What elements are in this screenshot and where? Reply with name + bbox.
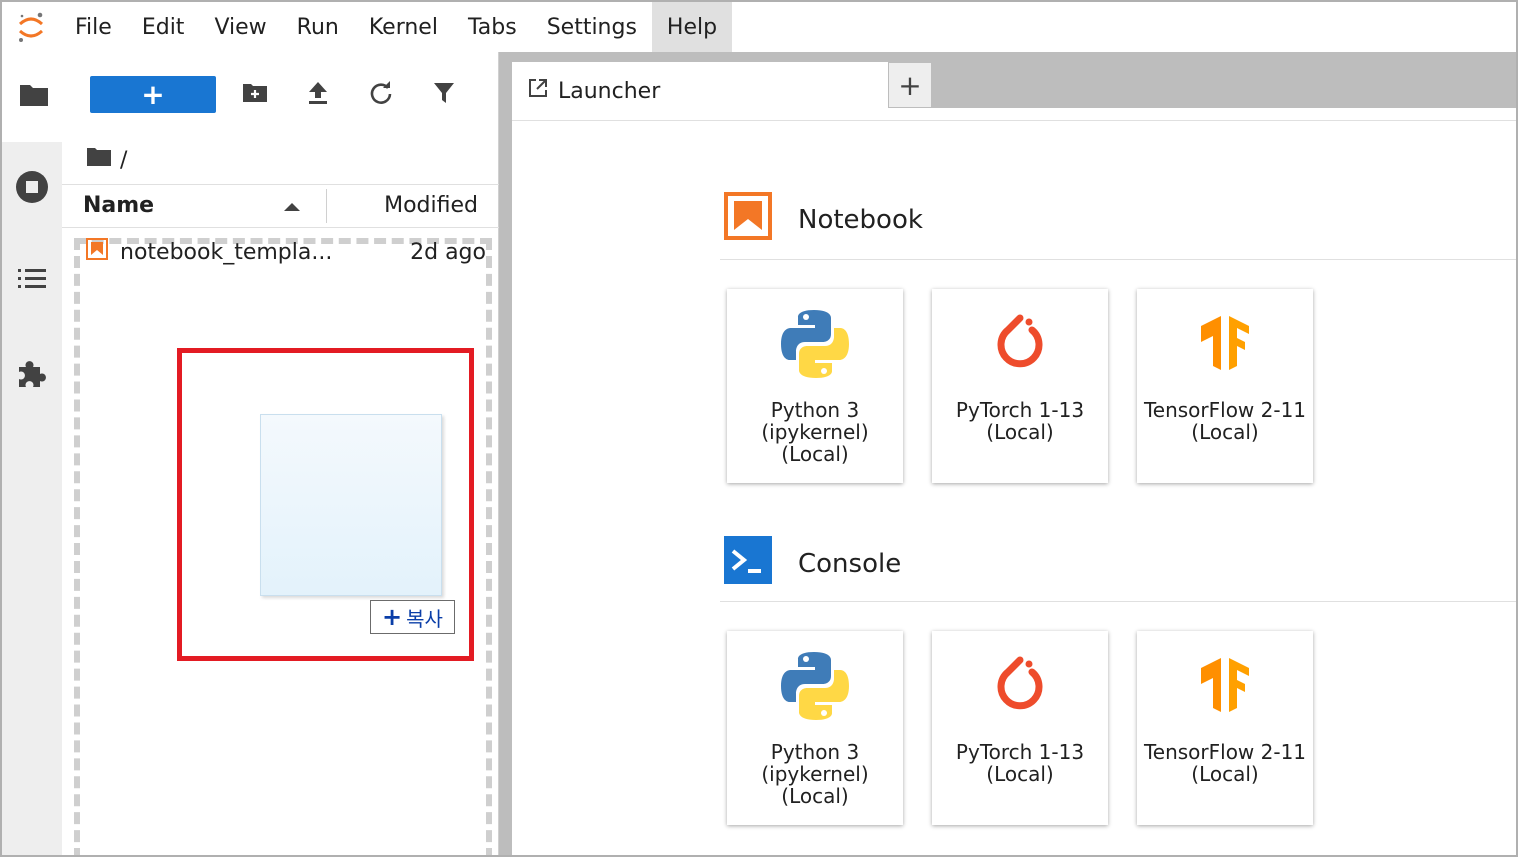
menu-edit[interactable]: Edit — [127, 2, 200, 52]
card-label-line: (Local) — [986, 420, 1054, 444]
card-label-line: PyTorch 1-13 — [955, 740, 1085, 764]
tensorflow-icon — [1137, 631, 1313, 741]
card-label: TensorFlow 2-11 (Local) — [1140, 741, 1310, 785]
card-label-line: PyTorch 1-13 — [955, 398, 1085, 422]
card-label-line: Python 3 — [770, 740, 860, 764]
file-browser-panel: + / Name Modified notebook_templa... 2d … — [62, 52, 499, 855]
launcher-card-notebook-python[interactable]: Python 3 (ipykernel) (Local) — [727, 289, 903, 483]
refresh-icon — [369, 81, 393, 109]
card-label-line: (Local) — [781, 442, 849, 466]
menu-run[interactable]: Run — [282, 2, 354, 52]
notebook-section-header: Notebook — [724, 192, 923, 247]
python-icon — [727, 289, 903, 399]
card-label-line: (Local) — [781, 784, 849, 808]
upload-icon — [307, 81, 329, 109]
filter-icon — [433, 82, 455, 108]
launcher-top-border — [512, 120, 1516, 121]
breadcrumb: / — [86, 140, 127, 180]
plus-icon: + — [141, 77, 165, 111]
new-folder-icon — [242, 82, 268, 108]
left-activity-bar — [2, 52, 62, 855]
card-label: Python 3 (ipykernel) (Local) — [730, 399, 900, 465]
notebook-section-title: Notebook — [798, 204, 923, 235]
console-section-title: Console — [798, 548, 902, 579]
menu-file[interactable]: File — [60, 2, 127, 52]
launcher-card-console-python[interactable]: Python 3 (ipykernel) (Local) — [727, 631, 903, 825]
menu-tabs[interactable]: Tabs — [453, 2, 532, 52]
menu-kernel[interactable]: Kernel — [354, 2, 453, 52]
console-section-header: Console — [724, 536, 901, 591]
upload-button[interactable] — [303, 80, 333, 110]
menu-help[interactable]: Help — [651, 2, 733, 52]
refresh-button[interactable] — [366, 80, 396, 110]
tensorflow-icon — [1137, 289, 1313, 399]
card-label: Python 3 (ipykernel) (Local) — [730, 741, 900, 807]
pytorch-icon — [932, 631, 1108, 741]
file-row[interactable]: notebook_templa... 2d ago — [86, 237, 486, 267]
card-label-line: (Local) — [1191, 420, 1259, 444]
toc-list-icon — [17, 266, 47, 296]
launcher-icon — [528, 78, 548, 104]
add-tab-button[interactable]: + — [888, 62, 932, 108]
jupyter-logo-icon — [2, 2, 60, 52]
file-modified: 2d ago — [410, 239, 486, 265]
file-browser-toolbar: + — [62, 52, 499, 140]
copy-tooltip-label: 복사 — [406, 606, 443, 631]
launcher-card-notebook-pytorch[interactable]: PyTorch 1-13 (Local) — [932, 289, 1108, 483]
launcher-card-notebook-tensorflow[interactable]: TensorFlow 2-11 (Local) — [1137, 289, 1313, 483]
copy-plus-icon: + — [382, 603, 403, 631]
card-label-line: (Local) — [986, 762, 1054, 786]
name-column-header[interactable]: Name — [83, 193, 154, 218]
home-folder-icon[interactable] — [86, 147, 112, 173]
breadcrumb-root[interactable]: / — [120, 148, 127, 173]
launcher-card-console-tensorflow[interactable]: TensorFlow 2-11 (Local) — [1137, 631, 1313, 825]
menu-view[interactable]: View — [199, 2, 281, 52]
section-divider — [720, 259, 1516, 260]
card-label-line: (ipykernel) — [761, 762, 869, 786]
stop-circle-icon — [14, 169, 50, 209]
column-resize-handle[interactable] — [326, 189, 327, 223]
card-label-line: TensorFlow 2-11 — [1143, 398, 1307, 422]
pytorch-icon — [932, 289, 1108, 399]
drag-file-preview — [260, 414, 442, 596]
card-label: PyTorch 1-13 (Local) — [935, 741, 1105, 785]
jupyterlab-window: File Edit View Run Kernel Tabs Settings … — [0, 0, 1518, 857]
python-icon — [727, 631, 903, 741]
new-launcher-button[interactable]: + — [90, 76, 216, 113]
launcher-card-console-pytorch[interactable]: PyTorch 1-13 (Local) — [932, 631, 1108, 825]
copy-drag-tooltip: + 복사 — [370, 600, 455, 634]
file-browser-tab[interactable] — [2, 52, 62, 142]
card-label-line: Python 3 — [770, 398, 860, 422]
card-label: PyTorch 1-13 (Local) — [935, 399, 1105, 443]
modified-column-header[interactable]: Modified — [384, 193, 478, 218]
tab-label: Launcher — [558, 78, 661, 104]
notebook-icon — [86, 238, 108, 266]
menu-bar: File Edit View Run Kernel Tabs Settings … — [2, 2, 1516, 52]
filter-button[interactable] — [429, 80, 459, 110]
card-label: TensorFlow 2-11 (Local) — [1140, 399, 1310, 443]
notebook-section-icon — [724, 192, 772, 247]
menu-settings[interactable]: Settings — [532, 2, 652, 52]
running-sessions-tab[interactable] — [2, 144, 62, 234]
card-label-line: (Local) — [1191, 762, 1259, 786]
new-folder-button[interactable] — [240, 80, 270, 110]
card-label-line: (ipykernel) — [761, 420, 869, 444]
extension-manager-tab[interactable] — [2, 330, 62, 420]
card-label-line: TensorFlow 2-11 — [1143, 740, 1307, 764]
main-tab-bar: Launcher + — [512, 52, 1516, 120]
extension-puzzle-icon — [16, 357, 48, 393]
panel-splitter[interactable] — [499, 52, 512, 855]
sort-ascending-icon[interactable] — [284, 203, 300, 211]
file-list-header: Name Modified — [62, 184, 499, 228]
file-name: notebook_templa... — [120, 239, 333, 265]
table-of-contents-tab[interactable] — [2, 236, 62, 326]
console-section-icon — [724, 536, 772, 591]
section-divider — [720, 601, 1516, 602]
folder-icon — [18, 82, 50, 112]
